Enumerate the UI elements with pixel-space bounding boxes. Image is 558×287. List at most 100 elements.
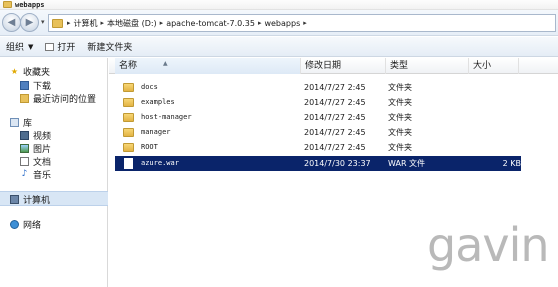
column-header-row: ▲ 名称 修改日期 类型 大小 (109, 58, 558, 74)
chevron-right-icon[interactable]: ▸ (303, 19, 307, 27)
file-name: host-manager (141, 113, 192, 121)
nav-computer-label: 计算机 (23, 196, 51, 206)
title-bar: webapps (0, 0, 558, 10)
forward-arrow-icon: ▶ (25, 16, 34, 28)
file-row-selected[interactable]: azure.war 2014/7/30 23:37 WAR 文件 2 KB (115, 156, 521, 171)
organize-button[interactable]: 组织 ▼ (6, 40, 34, 54)
column-header-label: 名称 (119, 61, 138, 71)
file-date: 2014/7/27 2:45 (304, 128, 366, 137)
column-header-label: 类型 (390, 61, 409, 71)
nav-libraries[interactable]: 库 (10, 116, 32, 129)
picture-icon (20, 144, 29, 153)
file-date: 2014/7/27 2:45 (304, 83, 366, 92)
video-icon (20, 131, 29, 140)
file-name: docs (141, 83, 158, 91)
breadcrumb-webapps[interactable]: webapps (264, 19, 300, 28)
nav-item-label: 文档 (33, 158, 52, 168)
file-type: 文件夹 (388, 83, 412, 92)
breadcrumb-drive[interactable]: 本地磁盘 (D:) (107, 18, 157, 29)
folder-icon (123, 128, 134, 137)
chevron-right-icon[interactable]: ▸ (101, 19, 105, 27)
sort-ascending-icon: ▲ (163, 60, 168, 67)
nav-item-label: 下载 (33, 82, 52, 92)
back-button[interactable]: ◀ (2, 13, 21, 32)
nav-item-videos[interactable]: 视频 (20, 129, 51, 142)
file-row[interactable]: manager 2014/7/27 2:45 文件夹 (115, 125, 521, 140)
folder-icon (123, 98, 134, 107)
column-header-type[interactable]: 类型 (386, 58, 469, 74)
war-file-icon (124, 158, 133, 169)
network-icon (10, 220, 19, 229)
file-type: 文件夹 (388, 113, 412, 122)
open-button[interactable]: 打开 (45, 40, 75, 53)
library-icon (10, 118, 19, 127)
folder-icon (3, 1, 12, 8)
nav-network-label: 网络 (23, 221, 42, 231)
music-icon: ♪ (21, 169, 28, 179)
file-row[interactable]: examples 2014/7/27 2:45 文件夹 (115, 95, 521, 110)
file-row[interactable]: docs 2014/7/27 2:45 文件夹 (115, 80, 521, 95)
recent-places-icon (20, 94, 29, 103)
nav-favorites[interactable]: ★ 收藏夹 (10, 65, 50, 78)
window-title: webapps (15, 0, 45, 9)
breadcrumb-computer[interactable]: 计算机 (74, 18, 98, 29)
chevron-right-icon[interactable]: ▸ (67, 19, 71, 27)
nav-item-pictures[interactable]: 图片 (20, 142, 51, 155)
nav-computer[interactable]: 计算机 (10, 193, 50, 206)
command-toolbar: 组织 ▼ 打开 新建文件夹 (0, 37, 558, 57)
organize-label: 组织 (6, 43, 25, 53)
folder-icon (52, 18, 63, 28)
computer-icon (10, 195, 19, 204)
file-type: 文件夹 (388, 128, 412, 137)
new-folder-button[interactable]: 新建文件夹 (87, 40, 132, 53)
folder-icon (123, 83, 134, 92)
file-type: 文件夹 (388, 98, 412, 107)
recent-pages-dropdown-icon[interactable]: ▾ (41, 18, 45, 26)
folder-icon (123, 113, 134, 122)
address-bar[interactable]: ▸ 计算机 ▸ 本地磁盘 (D:) ▸ apache-tomcat-7.0.35… (48, 14, 556, 32)
star-icon: ★ (10, 66, 19, 76)
document-icon (20, 157, 29, 166)
nav-libraries-label: 库 (23, 119, 33, 129)
file-name: manager (141, 128, 171, 136)
folder-icon (123, 143, 134, 152)
watermark-text: gavin (427, 218, 550, 272)
file-row[interactable]: host-manager 2014/7/27 2:45 文件夹 (115, 110, 521, 125)
nav-item-downloads[interactable]: 下载 (20, 79, 51, 92)
file-date: 2014/7/30 23:37 (304, 159, 371, 168)
chevron-right-icon[interactable]: ▸ (160, 19, 164, 27)
nav-item-documents[interactable]: 文档 (20, 155, 51, 168)
nav-item-label: 视频 (33, 132, 52, 142)
nav-network[interactable]: 网络 (10, 218, 41, 231)
chevron-right-icon[interactable]: ▸ (258, 19, 262, 27)
open-icon (45, 42, 55, 51)
column-header-label: 修改日期 (305, 61, 342, 71)
downloads-icon (20, 81, 29, 90)
nav-item-recent-places[interactable]: 最近访问的位置 (20, 92, 96, 105)
nav-item-label: 音乐 (33, 171, 52, 181)
file-type: 文件夹 (388, 143, 412, 152)
file-row[interactable]: ROOT 2014/7/27 2:45 文件夹 (115, 140, 521, 155)
navigation-pane: ★ 收藏夹 下载 最近访问的位置 库 视频 图片 文档 ♪ 音乐 计算机 网络 (0, 58, 108, 287)
column-header-label: 大小 (473, 61, 492, 71)
new-folder-label: 新建文件夹 (87, 43, 133, 53)
nav-item-label: 最近访问的位置 (33, 95, 97, 105)
breadcrumb-tomcat[interactable]: apache-tomcat-7.0.35 (166, 19, 255, 28)
file-type: WAR 文件 (388, 159, 426, 168)
column-header-size[interactable]: 大小 (469, 58, 519, 74)
open-label: 打开 (57, 43, 76, 53)
file-name: ROOT (141, 143, 158, 151)
file-size: 2 KB (502, 159, 521, 168)
address-row: ◀ ▶ ▾ ▸ 计算机 ▸ 本地磁盘 (D:) ▸ apache-tomcat-… (0, 10, 558, 36)
file-name: examples (141, 98, 175, 106)
nav-item-music[interactable]: ♪ 音乐 (20, 168, 52, 182)
column-header-name[interactable]: ▲ 名称 (115, 58, 301, 74)
column-header-date[interactable]: 修改日期 (301, 58, 386, 74)
forward-button[interactable]: ▶ (20, 13, 39, 32)
file-date: 2014/7/27 2:45 (304, 98, 366, 107)
chevron-down-icon: ▼ (28, 42, 34, 51)
file-name: azure.war (141, 159, 179, 167)
file-date: 2014/7/27 2:45 (304, 143, 366, 152)
nav-favorites-label: 收藏夹 (23, 68, 51, 78)
nav-item-label: 图片 (33, 145, 52, 155)
